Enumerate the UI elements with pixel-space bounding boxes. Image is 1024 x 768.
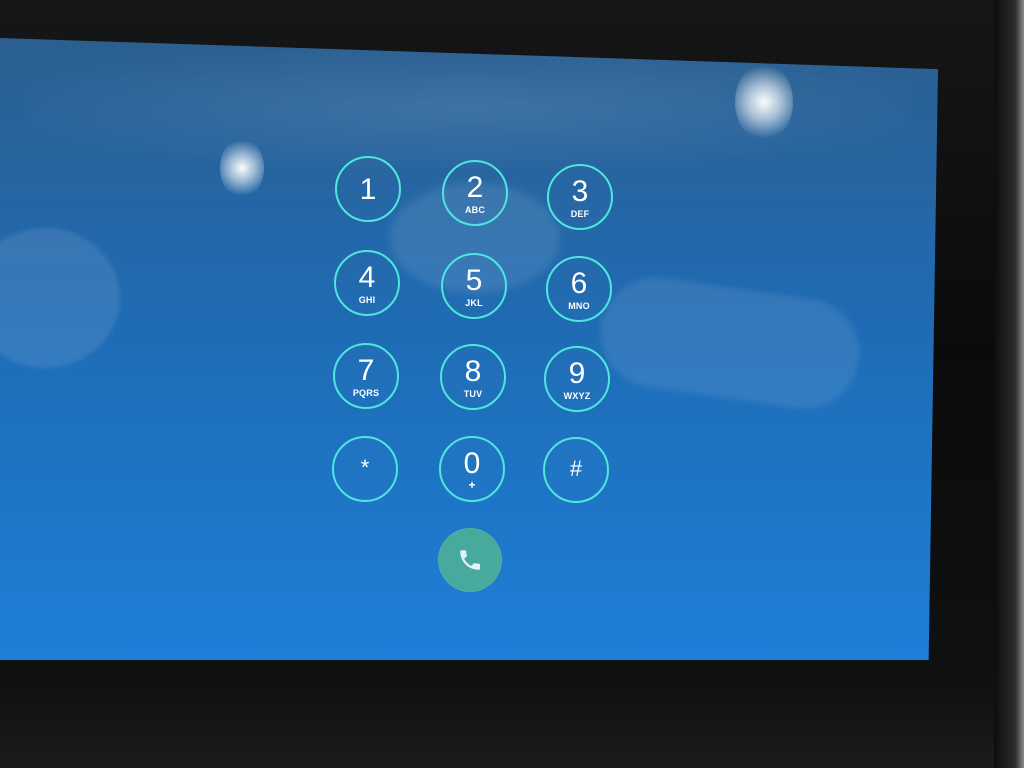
device-bottom-bezel [0,690,1000,768]
key-3-digit: 3 [571,175,589,208]
key-6-letters: MNO [568,301,590,311]
key-8-digit: 8 [464,355,482,388]
key-7-digit: 7 [357,354,375,387]
star-symbol: * [360,455,370,480]
key-8[interactable]: 8 TUV [440,344,506,410]
key-7[interactable]: 7 PQRS [333,343,399,409]
hash-symbol: # [569,456,583,481]
key-9-digit: 9 [568,357,586,390]
key-0-digit: 0 [463,447,481,480]
device-edge [994,0,1024,768]
key-4-letters: GHI [358,295,376,305]
key-5-digit: 5 [465,264,483,297]
dialer-screen: 1 2 ABC 3 DEF 4 GHI 5 JKL 6 MNO 7 PQRS 8 [0,38,938,660]
key-4[interactable]: 4 GHI [334,250,400,316]
key-9[interactable]: 9 WXYZ [544,346,610,412]
key-6-digit: 6 [570,267,588,300]
key-0-plus: + [468,478,476,492]
key-1-digit: 1 [359,173,377,206]
key-6[interactable]: 6 MNO [546,256,612,322]
key-7-letters: PQRS [352,388,380,398]
phone-icon [457,547,483,573]
dial-keypad: 1 2 ABC 3 DEF 4 GHI 5 JKL 6 MNO 7 PQRS 8 [0,38,938,660]
key-8-letters: TUV [463,389,483,399]
key-1[interactable]: 1 [335,156,401,222]
key-hash[interactable]: # [543,437,609,503]
key-3[interactable]: 3 DEF [547,164,613,230]
key-3-letters: DEF [570,209,590,219]
key-0[interactable]: 0 + [439,436,505,502]
key-star[interactable]: * [332,436,398,502]
call-button[interactable] [438,528,502,592]
key-2[interactable]: 2 ABC [442,160,508,226]
key-5[interactable]: 5 JKL [441,253,507,319]
key-2-digit: 2 [466,171,484,204]
key-4-digit: 4 [358,261,376,294]
key-5-letters: JKL [465,298,483,308]
key-9-letters: WXYZ [563,391,591,401]
key-2-letters: ABC [464,205,486,215]
